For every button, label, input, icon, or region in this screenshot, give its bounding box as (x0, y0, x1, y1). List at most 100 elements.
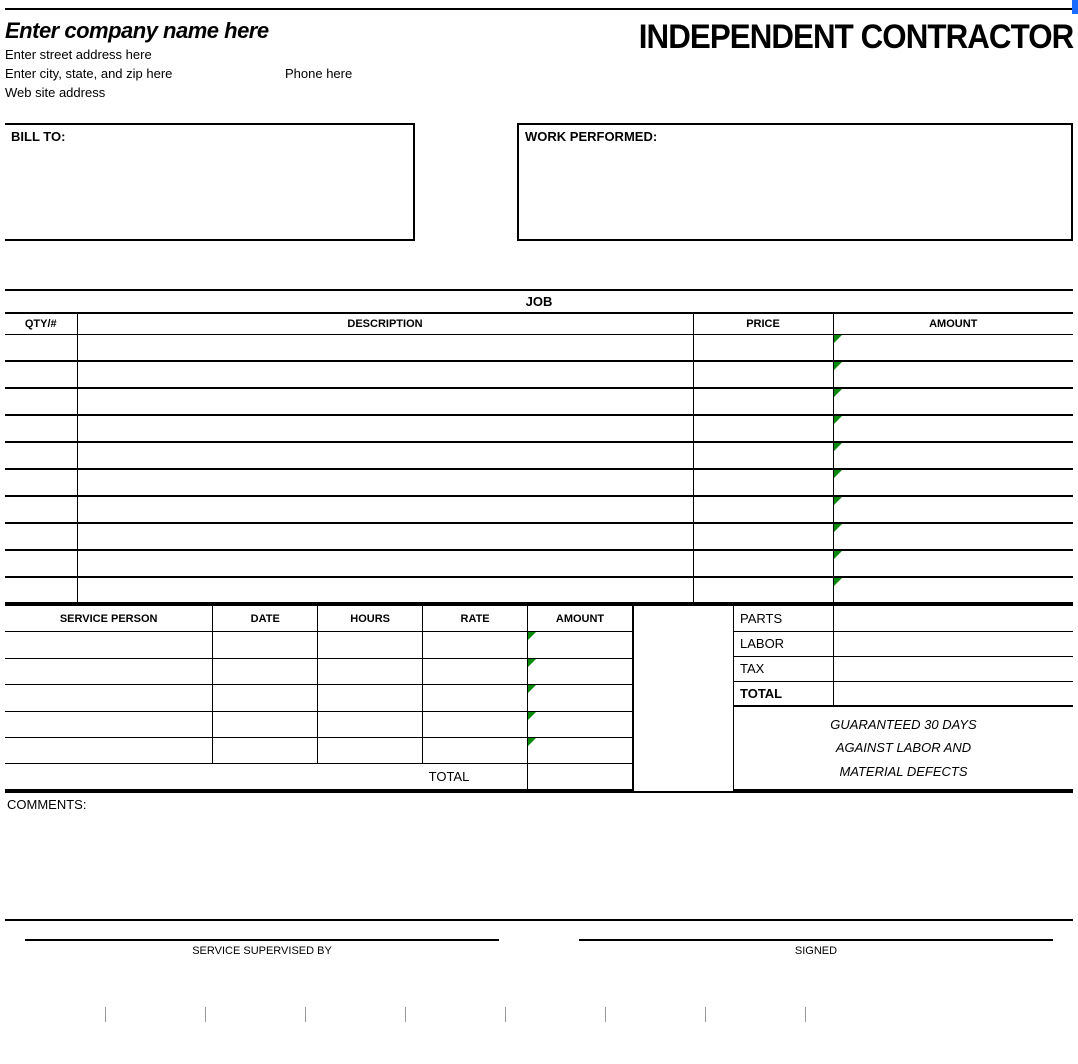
svc-person-cell[interactable] (5, 685, 213, 711)
job-desc-cell[interactable] (77, 415, 693, 442)
svc-amount-cell[interactable] (528, 632, 633, 658)
total-labor-cell[interactable] (834, 631, 1074, 656)
svc-hours-cell[interactable] (318, 737, 423, 763)
city-state-zip-field[interactable]: Enter city, state, and zip here (5, 65, 285, 84)
job-price-cell[interactable] (693, 550, 833, 577)
job-amount-cell[interactable] (833, 550, 1073, 577)
svc-person-cell[interactable] (5, 658, 213, 684)
comments-box[interactable]: COMMENTS: (5, 791, 1073, 921)
job-desc-cell[interactable] (77, 442, 693, 469)
job-desc-cell[interactable] (77, 388, 693, 415)
company-name[interactable]: Enter company name here (5, 18, 352, 44)
total-parts-label: PARTS (734, 606, 834, 631)
svc-date-cell[interactable] (213, 737, 318, 763)
job-qty-cell[interactable] (5, 577, 77, 604)
website-field[interactable]: Web site address (5, 84, 105, 103)
svc-rate-cell[interactable] (423, 632, 528, 658)
svc-amount-cell[interactable] (528, 711, 633, 737)
job-desc-cell[interactable] (77, 523, 693, 550)
service-table: SERVICE PERSON DATE HOURS RATE AMOUNT TO… (5, 606, 633, 791)
job-price-cell[interactable] (693, 523, 833, 550)
job-desc-cell[interactable] (77, 361, 693, 388)
supervised-signature-line[interactable] (25, 939, 499, 941)
job-qty-cell[interactable] (5, 496, 77, 523)
total-grand-label: TOTAL (734, 681, 834, 706)
job-amount-cell[interactable] (833, 442, 1073, 469)
job-amount-cell[interactable] (833, 361, 1073, 388)
job-price-cell[interactable] (693, 361, 833, 388)
total-grand-cell[interactable] (834, 681, 1074, 706)
svc-date-cell[interactable] (213, 658, 318, 684)
svc-hours-cell[interactable] (318, 658, 423, 684)
signed-signature-line[interactable] (579, 939, 1053, 941)
job-price-cell[interactable] (693, 496, 833, 523)
job-qty-cell[interactable] (5, 415, 77, 442)
job-desc-cell[interactable] (77, 550, 693, 577)
job-amount-cell[interactable] (833, 415, 1073, 442)
job-price-cell[interactable] (693, 577, 833, 604)
document-title: INDEPENDENT CONTRACTOR (639, 18, 1073, 57)
service-total-cell[interactable] (528, 764, 633, 790)
job-qty-cell[interactable] (5, 523, 77, 550)
svc-person-cell[interactable] (5, 632, 213, 658)
svc-amount-cell[interactable] (528, 737, 633, 763)
svc-amount-cell[interactable] (528, 685, 633, 711)
job-price-cell[interactable] (693, 415, 833, 442)
job-desc-cell[interactable] (77, 577, 693, 604)
work-performed-box[interactable]: WORK PERFORMED: (517, 123, 1073, 241)
svc-head-hours: HOURS (318, 606, 423, 632)
svc-person-cell[interactable] (5, 737, 213, 763)
svc-rate-cell[interactable] (423, 658, 528, 684)
footer-ticks (5, 1007, 1073, 1027)
guarantee-text: GUARANTEED 30 DAYS AGAINST LABOR AND MAT… (733, 707, 1073, 791)
svc-date-cell[interactable] (213, 685, 318, 711)
comments-label: COMMENTS: (7, 797, 86, 812)
guarantee-line1: GUARANTEED 30 DAYS (740, 713, 1067, 736)
bill-to-box[interactable]: BILL TO: (5, 123, 415, 241)
job-qty-cell[interactable] (5, 550, 77, 577)
job-desc-cell[interactable] (77, 469, 693, 496)
header-row: Enter company name here Enter street add… (5, 18, 1073, 103)
svc-rate-cell[interactable] (423, 737, 528, 763)
street-field[interactable]: Enter street address here (5, 46, 285, 65)
job-qty-cell[interactable] (5, 469, 77, 496)
job-qty-cell[interactable] (5, 361, 77, 388)
job-desc-cell[interactable] (77, 496, 693, 523)
job-qty-cell[interactable] (5, 334, 77, 361)
svc-date-cell[interactable] (213, 711, 318, 737)
phone-field[interactable]: Phone here (285, 65, 352, 84)
job-qty-cell[interactable] (5, 388, 77, 415)
job-price-cell[interactable] (693, 442, 833, 469)
job-table: JOB QTY/# DESCRIPTION PRICE AMOUNT (5, 289, 1073, 607)
address-block: Enter street address here Enter city, st… (5, 46, 352, 103)
guarantee-line2: AGAINST LABOR AND (740, 736, 1067, 759)
job-price-cell[interactable] (693, 469, 833, 496)
job-price-cell[interactable] (693, 388, 833, 415)
svc-rate-cell[interactable] (423, 711, 528, 737)
total-parts-cell[interactable] (834, 606, 1074, 631)
svc-hours-cell[interactable] (318, 632, 423, 658)
job-amount-cell[interactable] (833, 388, 1073, 415)
svc-date-cell[interactable] (213, 632, 318, 658)
svc-head-rate: RATE (423, 606, 528, 632)
job-head-amount: AMOUNT (833, 313, 1073, 335)
job-price-cell[interactable] (693, 334, 833, 361)
signed-label: SIGNED (559, 945, 1073, 957)
total-tax-cell[interactable] (834, 656, 1074, 681)
total-labor-label: LABOR (734, 631, 834, 656)
job-amount-cell[interactable] (833, 577, 1073, 604)
svc-rate-cell[interactable] (423, 685, 528, 711)
service-total-label: TOTAL (423, 764, 528, 790)
job-desc-cell[interactable] (77, 334, 693, 361)
work-performed-label: WORK PERFORMED: (525, 129, 657, 144)
svc-amount-cell[interactable] (528, 658, 633, 684)
job-amount-cell[interactable] (833, 496, 1073, 523)
svc-person-cell[interactable] (5, 711, 213, 737)
svc-hours-cell[interactable] (318, 685, 423, 711)
job-qty-cell[interactable] (5, 442, 77, 469)
job-amount-cell[interactable] (833, 469, 1073, 496)
job-amount-cell[interactable] (833, 523, 1073, 550)
svc-hours-cell[interactable] (318, 711, 423, 737)
svc-head-amount: AMOUNT (528, 606, 633, 632)
job-amount-cell[interactable] (833, 334, 1073, 361)
